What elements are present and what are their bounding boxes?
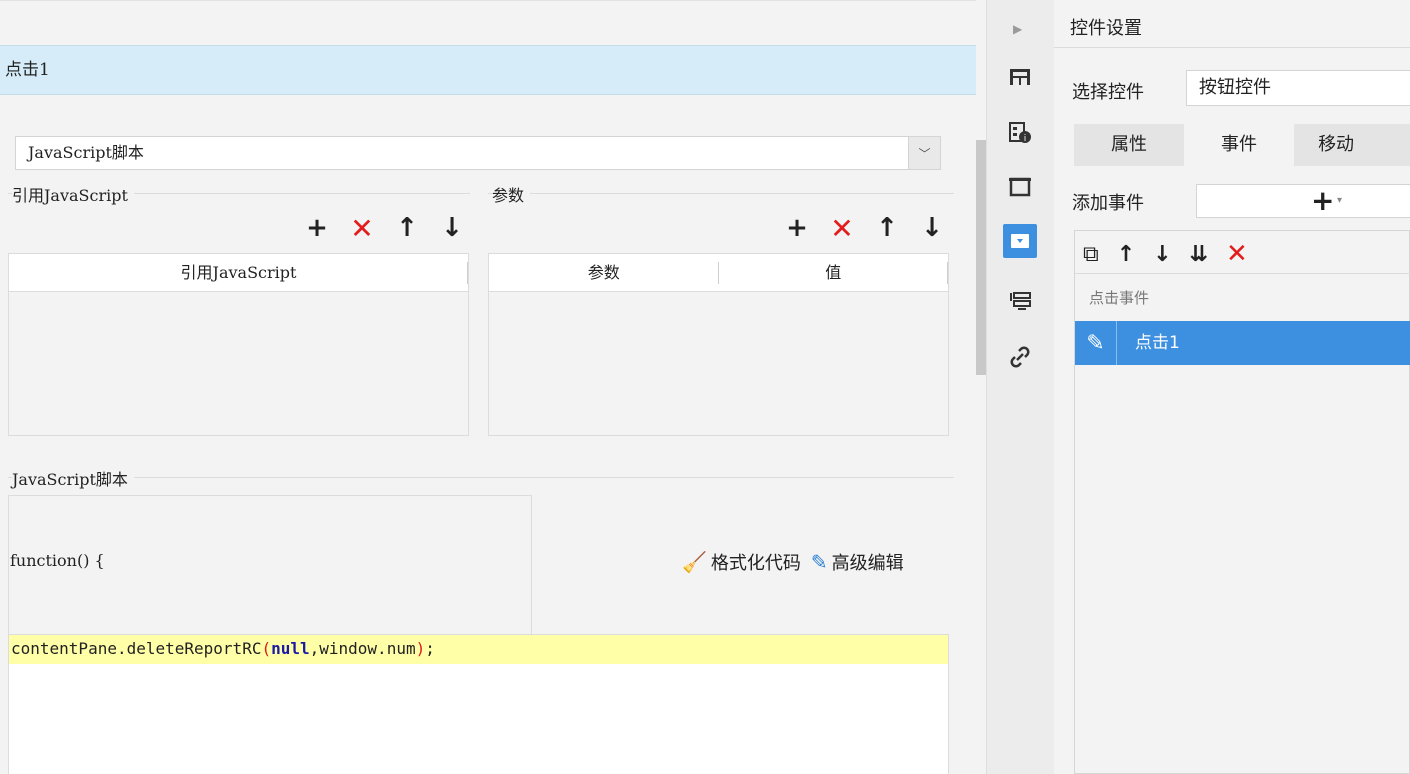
add-icon[interactable]: + [302,213,332,243]
column-header[interactable]: 引用JavaScript [9,254,468,291]
params-section-label: 参数 [492,182,531,206]
params-toolbar: + ✕ ↑ ↓ [782,212,947,245]
event-type-value: JavaScript脚本 [28,143,144,162]
code-token: contentPane.deleteReportRC [11,639,262,658]
format-code-label: 格式化代码 [710,553,801,574]
widget-settings-panel: 控件设置 选择控件 按钮控件 属性 事件 移动 添加事件 + ▾ ⧉ ↑ ↓ ⇊… [1054,0,1410,774]
delete-icon[interactable]: ✕ [1226,239,1248,269]
move-up-icon[interactable]: ↑ [1117,242,1135,267]
expand-arrow-icon[interactable]: ▶ [1013,22,1022,36]
move-down-icon[interactable]: ↓ [1153,242,1171,267]
chevron-down-icon[interactable]: ﹀ [908,137,940,169]
code-token: ) [415,639,426,658]
params-table: 参数 值 [488,253,949,436]
ref-js-toolbar: + ✕ ↑ ↓ [302,212,467,245]
advanced-edit-label: 高级编辑 [831,553,904,574]
ref-js-table: 引用JavaScript [8,253,469,436]
code-tools: 🧹 格式化代码 ✎ 高级编辑 [682,549,904,575]
event-group-label: 点击事件 [1089,289,1150,307]
function-header: function() { [10,551,105,570]
event-toolbar: ⧉ ↑ ↓ ⇊ ✕ [1083,237,1248,271]
list-item[interactable]: ✎ 点击1 [1075,321,1410,365]
add-event-label: 添加事件 [1072,193,1144,214]
code-token: ,window.num [309,639,416,658]
table-header: 参数 值 [489,254,948,292]
move-bottom-icon[interactable]: ⇊ [1190,242,1208,267]
code-line: contentPane.deleteReportRC(null,window.n… [9,635,948,664]
edit-icon: ✎ [810,550,828,574]
format-code-button[interactable]: 🧹 格式化代码 [682,549,801,575]
divider [1075,273,1410,274]
dialog-title: 点击1 [0,45,976,95]
divider [488,193,954,194]
event-label: 点击1 [1135,333,1180,353]
code-token: ; [425,639,435,658]
layout-icon[interactable] [1003,60,1037,94]
move-down-icon[interactable]: ↓ [437,213,467,243]
event-type-select[interactable]: JavaScript脚本 ﹀ [15,136,941,170]
script-section-label: JavaScript脚本 [12,466,134,490]
tab-mobile[interactable]: 移动 [1294,124,1410,166]
add-icon[interactable]: + [782,213,812,243]
move-up-icon[interactable]: ↑ [872,213,902,243]
code-editor[interactable]: contentPane.deleteReportRC(null,window.n… [8,634,949,774]
svg-text:i: i [1024,134,1027,144]
tab-events[interactable]: 事件 [1184,124,1295,166]
add-event-dropdown[interactable]: + ▾ [1196,184,1410,218]
divider [8,477,954,478]
broom-icon: 🧹 [682,550,707,574]
event-list-panel: ⧉ ↑ ↓ ⇊ ✕ 点击事件 ✎ 点击1 [1074,230,1410,774]
code-token: null [271,639,310,658]
divider [1054,47,1410,48]
link-icon[interactable] [1003,340,1037,374]
chevron-down-icon: ▾ [1337,195,1343,206]
delete-icon[interactable]: ✕ [347,212,377,245]
delete-icon[interactable]: ✕ [827,212,857,245]
scrollbar[interactable] [976,140,986,375]
panel-title: 控件设置 [1070,18,1142,39]
event-dialog: 点击1 JavaScript脚本 ﹀ 引用JavaScript + ✕ ↑ ↓ … [0,0,976,774]
select-widget-label: 选择控件 [1072,82,1144,103]
column-header[interactable]: 参数 [489,254,719,291]
edit-icon[interactable]: ✎ [1075,321,1117,365]
list-icon[interactable] [1003,284,1037,318]
move-up-icon[interactable]: ↑ [392,213,422,243]
column-header[interactable]: 值 [719,254,949,291]
move-down-icon[interactable]: ↓ [917,213,947,243]
code-token: ( [261,639,272,658]
copy-icon[interactable]: ⧉ [1083,242,1099,267]
settings-tabs: 属性 事件 移动 [1074,124,1410,166]
add-icon: + [1311,184,1335,217]
frame-icon[interactable] [1003,170,1037,204]
side-icon-bar: ▶ i [986,0,1054,774]
button-widget-icon[interactable] [1003,224,1037,258]
tab-properties[interactable]: 属性 [1074,124,1185,166]
advanced-edit-button[interactable]: ✎ 高级编辑 [811,549,904,575]
table-header: 引用JavaScript [9,254,468,292]
select-widget-value: 按钮控件 [1199,77,1271,98]
select-widget-field[interactable]: 按钮控件 [1186,70,1410,106]
widget-settings-icon[interactable]: i [1003,116,1037,150]
ref-js-section-label: 引用JavaScript [12,182,134,206]
app-root: 点击1 JavaScript脚本 ﹀ 引用JavaScript + ✕ ↑ ↓ … [0,0,1410,774]
